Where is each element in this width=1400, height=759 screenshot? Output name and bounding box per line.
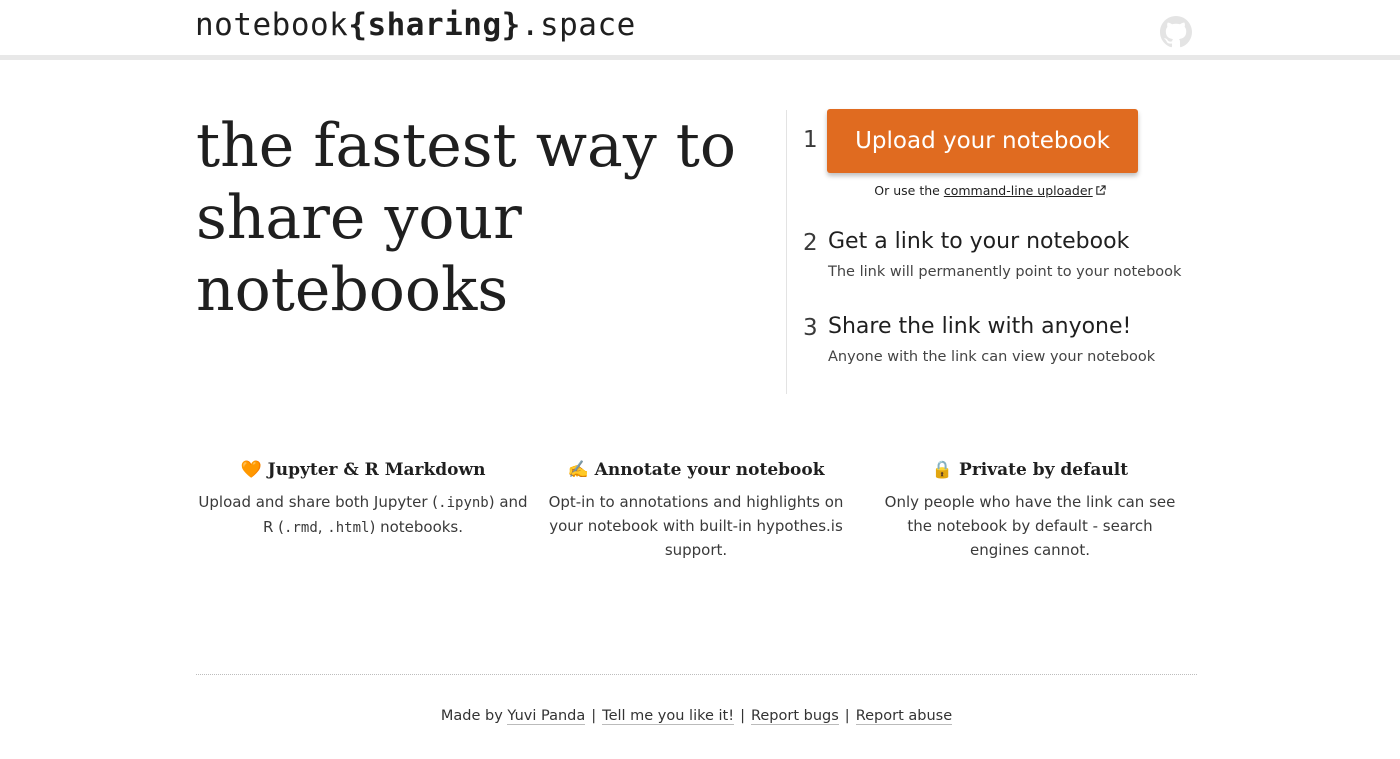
- step-3-title: Share the link with anyone!: [828, 314, 1132, 339]
- github-icon[interactable]: [1160, 16, 1192, 48]
- writing-hand-icon: ✍️: [567, 460, 589, 480]
- code-ipynb: .ipynb: [438, 495, 489, 511]
- logo-bold-word: sharing: [367, 7, 502, 43]
- steps-divider: [786, 110, 787, 394]
- cli-link-text: command-line uploader: [943, 183, 1093, 198]
- upload-notebook-button[interactable]: Upload your notebook: [827, 109, 1138, 173]
- step-2-title: Get a link to your notebook: [828, 229, 1130, 254]
- footer-separator: |: [591, 708, 597, 724]
- report-abuse-link[interactable]: Report abuse: [855, 708, 953, 725]
- site-logo[interactable]: notebook{sharing}.space: [195, 7, 636, 43]
- hero-line-3: notebooks: [196, 255, 509, 325]
- orange-heart-icon: 🧡: [240, 460, 262, 480]
- code-html: .html: [327, 520, 370, 536]
- feature-3-description: Only people who have the link can see th…: [884, 493, 1176, 559]
- footer-separator: |: [740, 708, 745, 724]
- footer-separator: |: [844, 708, 850, 724]
- feature-1-desc-part-3: ,: [317, 518, 328, 536]
- hero-heading: the fastest way to share your notebooks: [196, 110, 756, 326]
- hero-line-1: the fastest way to: [196, 111, 737, 181]
- feature-3-title: 🔒 Private by default: [860, 458, 1200, 484]
- footer-divider: [196, 674, 1197, 675]
- step-3-description: Anyone with the link can view your noteb…: [828, 349, 1156, 365]
- logo-suffix: .space: [520, 7, 636, 43]
- site-header: notebook{sharing}.space: [0, 0, 1400, 60]
- feature-2-description: Opt-in to annotations and highlights on …: [548, 493, 844, 559]
- hero-line-2: share your: [196, 183, 522, 253]
- step-2-number: 2: [803, 230, 818, 256]
- step-1-number: 1: [803, 127, 818, 153]
- step-2-description: The link will permanently point to your …: [828, 264, 1182, 280]
- step-3-number: 3: [803, 315, 818, 341]
- feature-2-title-text: Annotate your notebook: [594, 460, 825, 480]
- feature-1-desc-part-1: Upload and share both Jupyter (: [198, 493, 439, 511]
- author-link[interactable]: Yuvi Panda: [507, 708, 586, 725]
- external-link-icon: [1095, 185, 1106, 195]
- feature-private: 🔒 Private by default Only people who have…: [860, 458, 1200, 562]
- site-footer: Made by Yuvi Panda | Tell me you like it! |…: [196, 708, 1197, 725]
- feature-1-desc-part-4: ) notebooks.: [369, 518, 464, 536]
- feature-annotate: ✍️ Annotate your notebook Opt-in to annot…: [526, 458, 866, 562]
- footer-made-by: Made by: [440, 708, 508, 724]
- cli-prefix-text: Or use the: [874, 183, 944, 198]
- logo-brace-close: }: [501, 7, 521, 43]
- feature-3-title-text: Private by default: [959, 460, 1129, 480]
- code-rmd: .rmd: [284, 520, 318, 536]
- feature-1-title: 🧡 Jupyter & R Markdown: [193, 458, 533, 484]
- logo-brace-open: {: [348, 7, 368, 43]
- lock-icon: 🔒: [931, 460, 954, 480]
- command-line-uploader-link[interactable]: command-line uploader: [944, 183, 1093, 198]
- feature-1-description: Upload and share both Jupyter (.ipynb) a…: [193, 490, 533, 540]
- feature-jupyter-rmarkdown: 🧡 Jupyter & R Markdown Upload and share b…: [193, 458, 533, 540]
- feature-2-title: ✍️ Annotate your notebook: [526, 458, 866, 484]
- feature-1-title-text: Jupyter & R Markdown: [267, 460, 486, 480]
- cli-uploader-line: Or use the command-line uploader: [827, 183, 1153, 198]
- report-bugs-link[interactable]: Report bugs: [750, 708, 839, 725]
- logo-prefix: notebook: [195, 7, 349, 43]
- tell-me-you-like-it-link[interactable]: Tell me you like it!: [602, 708, 735, 725]
